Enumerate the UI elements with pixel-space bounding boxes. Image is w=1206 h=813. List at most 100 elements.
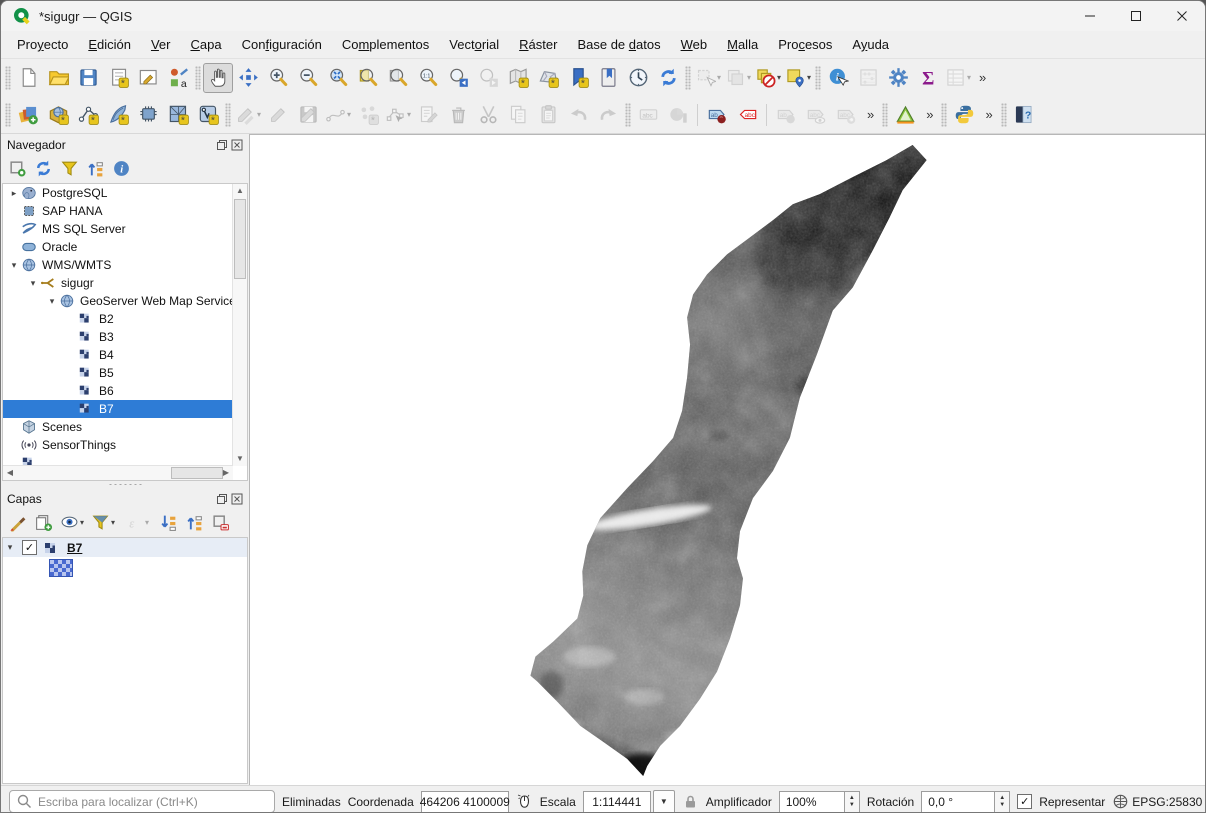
current-edits-button[interactable]: ▾ xyxy=(233,100,263,130)
browser-item-b6[interactable]: B6 xyxy=(3,382,233,400)
browser-item-b2[interactable]: B2 xyxy=(3,310,233,328)
invert-selection-button[interactable]: ▾ xyxy=(723,63,753,93)
toolbar-overflow-button[interactable]: » xyxy=(920,107,939,122)
coordinate-input[interactable]: 464206 4100009 xyxy=(421,791,509,813)
add-selected-layers-button[interactable] xyxy=(8,159,27,178)
browser-close-button[interactable] xyxy=(231,139,243,151)
magnifier-spinbox[interactable]: 100% ▲▼ xyxy=(779,791,860,813)
browser-item-postgresql[interactable]: ▸PostgreSQL xyxy=(3,184,233,202)
scroll-thumb[interactable] xyxy=(234,199,246,279)
toolbar-grip[interactable] xyxy=(815,66,821,90)
zoom-out-button[interactable] xyxy=(293,63,323,93)
layers-float-button[interactable] xyxy=(216,493,228,505)
dropdown-arrow-icon[interactable]: ▾ xyxy=(747,73,751,82)
menu-malla[interactable]: Malla xyxy=(717,33,768,56)
toolbar-grip[interactable] xyxy=(685,66,691,90)
layer-expander-icon[interactable]: ▾ xyxy=(3,542,17,553)
toolbar-grip[interactable] xyxy=(5,66,11,90)
zoom-last-button[interactable] xyxy=(443,63,473,93)
zoom-next-button[interactable] xyxy=(473,63,503,93)
panel-splitter[interactable] xyxy=(1,481,249,488)
new-print-layout-button[interactable]: * xyxy=(103,63,133,93)
zoom-full-button[interactable] xyxy=(323,63,353,93)
zoom-to-layer-button[interactable] xyxy=(353,63,383,93)
new-3d-map-view-button[interactable]: * xyxy=(533,63,563,93)
dropdown-arrow-icon[interactable]: ▾ xyxy=(777,73,781,82)
zoom-in-button[interactable] xyxy=(263,63,293,93)
browser-vertical-scrollbar[interactable]: ▲ ▼ xyxy=(232,184,247,466)
dropdown-arrow-icon[interactable]: ▾ xyxy=(111,518,115,527)
dropdown-arrow-icon[interactable]: ▾ xyxy=(717,73,721,82)
menu-proyecto[interactable]: Proyecto xyxy=(7,33,78,56)
close-button[interactable] xyxy=(1159,1,1205,31)
menu-ver[interactable]: Ver xyxy=(141,33,181,56)
menu-vectorial[interactable]: Vectorial xyxy=(439,33,509,56)
toolbar-grip[interactable] xyxy=(195,66,201,90)
layer-visibility-checkbox[interactable]: ✓ xyxy=(22,540,37,555)
toolbar-grip[interactable] xyxy=(941,103,947,127)
browser-item-oracle[interactable]: Oracle xyxy=(3,238,233,256)
new-virtual-layer-button[interactable]: * xyxy=(193,100,223,130)
grass-tools-button[interactable] xyxy=(890,100,920,130)
scale-dropdown-button[interactable]: ▼ xyxy=(653,790,675,813)
dropdown-arrow-icon[interactable]: ▾ xyxy=(257,110,261,119)
new-shapefile-layer-button[interactable]: * xyxy=(73,100,103,130)
paste-features-button[interactable] xyxy=(533,100,563,130)
lock-scale-icon[interactable] xyxy=(682,793,699,810)
statistical-summary-button[interactable] xyxy=(853,63,883,93)
scale-input[interactable]: 1:114441 xyxy=(583,791,651,813)
properties-widget-button[interactable]: i xyxy=(112,159,131,178)
toolbar-grip[interactable] xyxy=(882,103,888,127)
refresh-map-button[interactable] xyxy=(653,63,683,93)
toolbar-grip[interactable] xyxy=(1001,103,1007,127)
expander-icon[interactable]: ▾ xyxy=(45,296,59,307)
layers-close-button[interactable] xyxy=(231,493,243,505)
new-map-view-button[interactable]: * xyxy=(503,63,533,93)
new-spatialite-layer-button[interactable]: * xyxy=(103,100,133,130)
dropdown-arrow-icon[interactable]: ▾ xyxy=(967,73,971,82)
manage-map-themes-button[interactable]: ▾ xyxy=(60,513,84,532)
collapse-all-button[interactable] xyxy=(86,159,105,178)
new-gpx-layer-button[interactable]: * xyxy=(163,100,193,130)
layer-labeling-button[interactable]: abc xyxy=(633,100,663,130)
spin-arrows[interactable]: ▲▼ xyxy=(995,791,1010,813)
expander-icon[interactable]: ▾ xyxy=(26,278,40,289)
refresh-browser-button[interactable] xyxy=(34,159,53,178)
layer-diagram-button[interactable] xyxy=(663,100,693,130)
add-group-button[interactable] xyxy=(34,513,53,532)
pin-labels-button[interactable]: ab xyxy=(702,100,732,130)
crs-status[interactable]: EPSG:25830 xyxy=(1112,793,1202,810)
new-geopackage-layer-button[interactable]: * xyxy=(43,100,73,130)
open-layer-styling-button[interactable] xyxy=(8,513,27,532)
processing-toolbox-button[interactable] xyxy=(883,63,913,93)
modify-attributes-button[interactable] xyxy=(413,100,443,130)
sum-features-button[interactable]: Σ xyxy=(913,63,943,93)
attribute-table-button[interactable]: ▾ xyxy=(943,63,973,93)
expander-icon[interactable]: ▾ xyxy=(7,260,21,271)
zoom-native-button[interactable]: 1:1 xyxy=(413,63,443,93)
browser-item-sensorthings[interactable]: SensorThings xyxy=(3,436,233,454)
identify-features-button[interactable]: i xyxy=(823,63,853,93)
pan-map-button[interactable] xyxy=(203,63,233,93)
browser-item-b5[interactable]: B5 xyxy=(3,364,233,382)
save-project-button[interactable] xyxy=(73,63,103,93)
spin-arrows[interactable]: ▲▼ xyxy=(845,791,860,813)
open-project-button[interactable] xyxy=(43,63,73,93)
python-console-button[interactable] xyxy=(949,100,979,130)
toolbar-overflow-button[interactable]: » xyxy=(979,107,998,122)
style-manager-button[interactable]: a xyxy=(163,63,193,93)
browser-item-sap-hana[interactable]: SAP HANA xyxy=(3,202,233,220)
scroll-down-arrow[interactable]: ▼ xyxy=(233,452,247,466)
browser-item-geoserver-web-map-service[interactable]: ▾GeoServer Web Map Service xyxy=(3,292,233,310)
menu-ayuda[interactable]: Ayuda xyxy=(842,33,899,56)
digitize-segment-button[interactable]: ▾ xyxy=(323,100,353,130)
vertex-tool-button[interactable]: ▾ xyxy=(383,100,413,130)
toolbar-grip[interactable] xyxy=(225,103,231,127)
browser-horizontal-scrollbar[interactable]: ◀ ▶ xyxy=(3,465,233,480)
save-layer-edits-button[interactable] xyxy=(293,100,323,130)
scroll-left-arrow[interactable]: ◀ xyxy=(3,466,17,480)
pan-to-selection-button[interactable] xyxy=(233,63,263,93)
browser-item-sigugr[interactable]: ▾sigugr xyxy=(3,274,233,292)
toolbar-grip[interactable] xyxy=(625,103,631,127)
redo-button[interactable] xyxy=(593,100,623,130)
